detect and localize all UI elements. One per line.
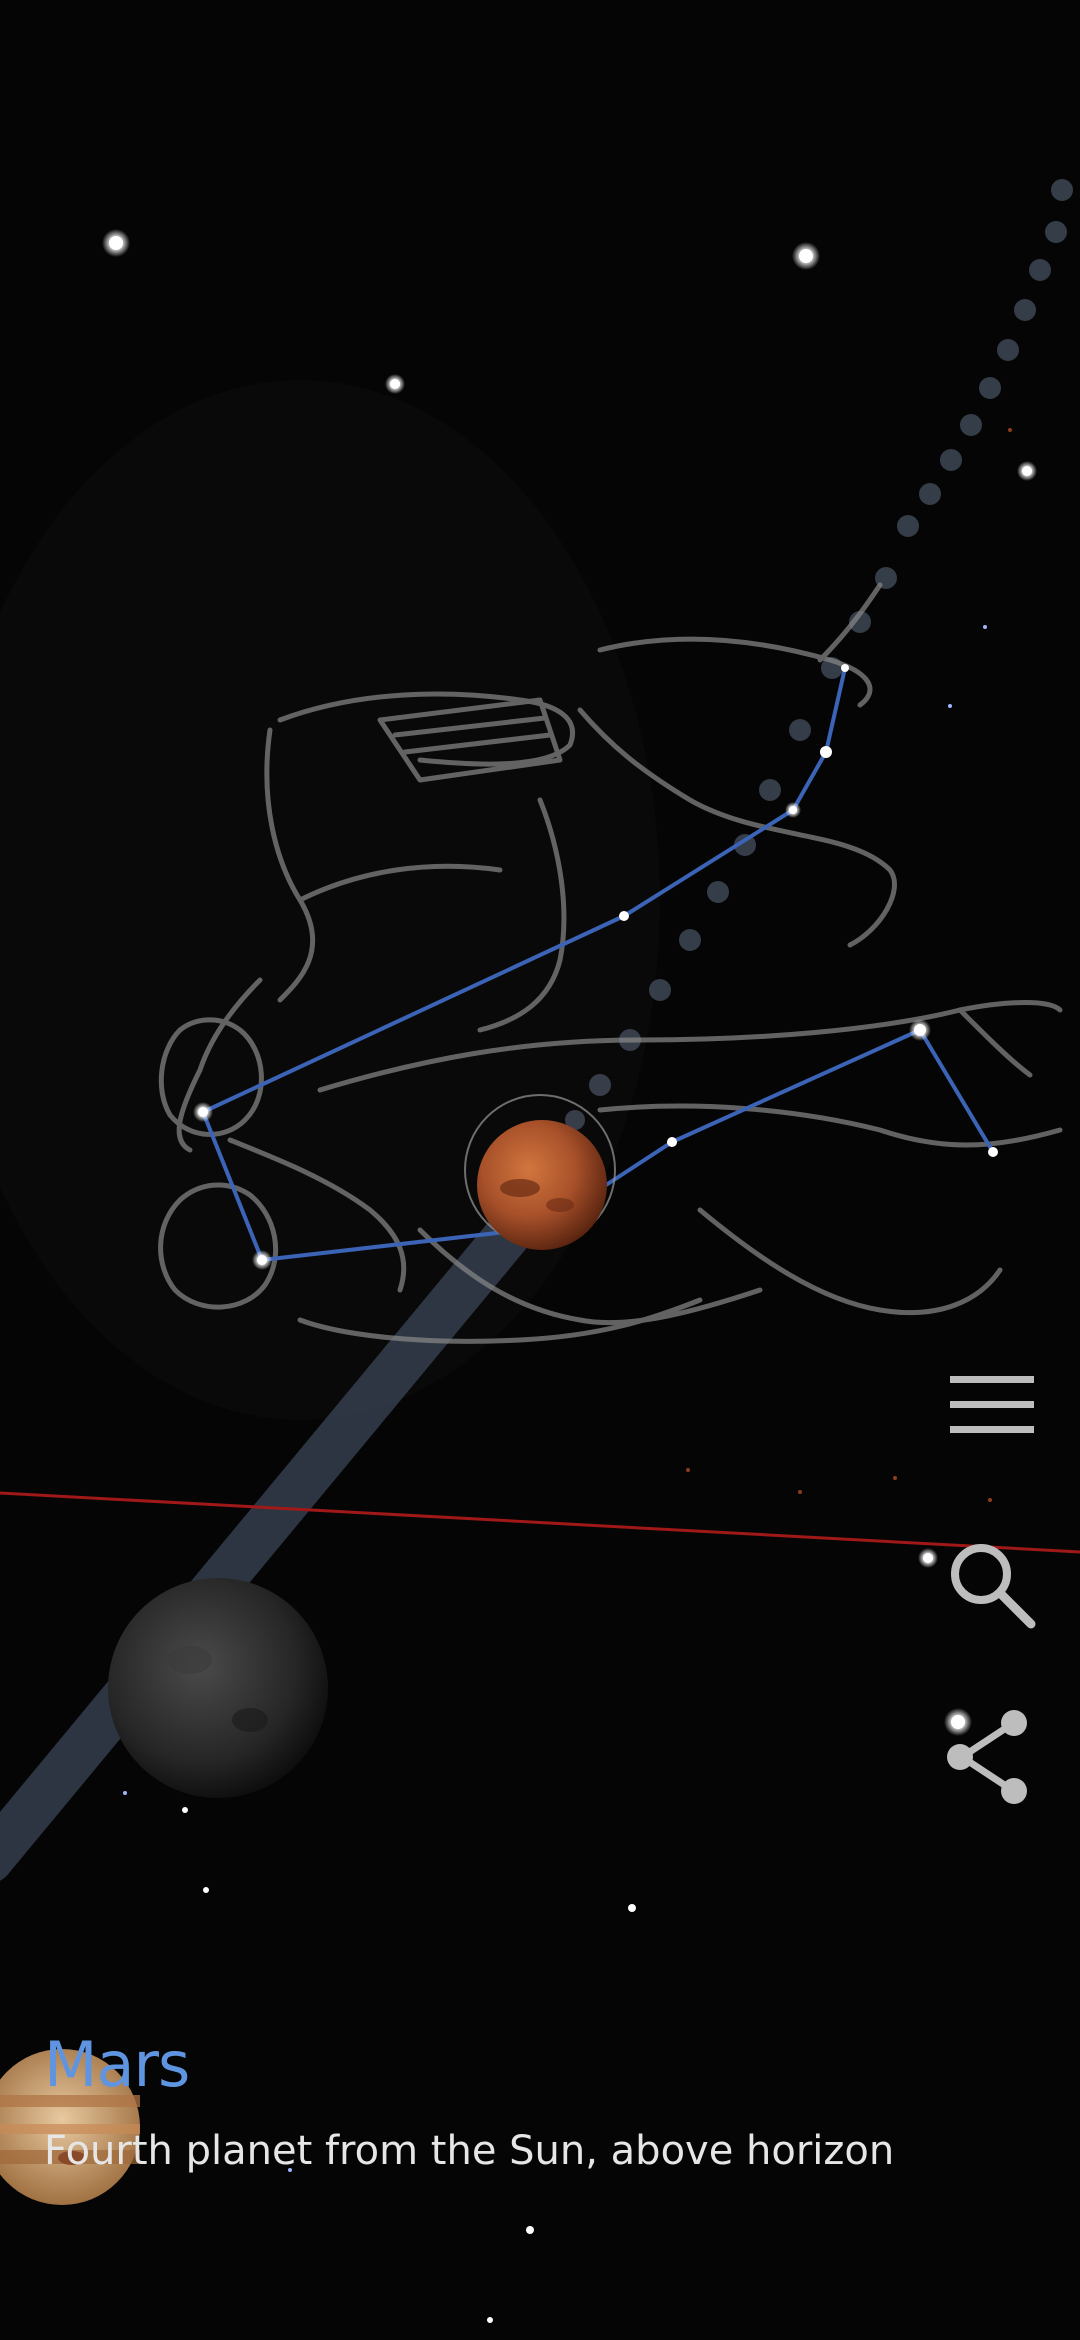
ground-glints [686,428,1012,1502]
sky-view[interactable] [0,0,1080,2340]
moon[interactable] [108,1578,328,1798]
object-info-panel[interactable]: Mars Fourth planet from the Sun, above h… [0,2020,1080,2180]
horizon-line [0,1491,1080,1554]
share-icon [947,1710,1027,1804]
share-button[interactable] [932,1702,1042,1812]
object-name: Mars [44,2028,190,2101]
hamburger-menu-icon [950,1376,1034,1433]
search-icon [951,1544,1036,1629]
menu-button[interactable] [937,1350,1047,1460]
search-button[interactable] [937,1530,1047,1640]
object-description: Fourth planet from the Sun, above horizo… [44,2128,895,2174]
